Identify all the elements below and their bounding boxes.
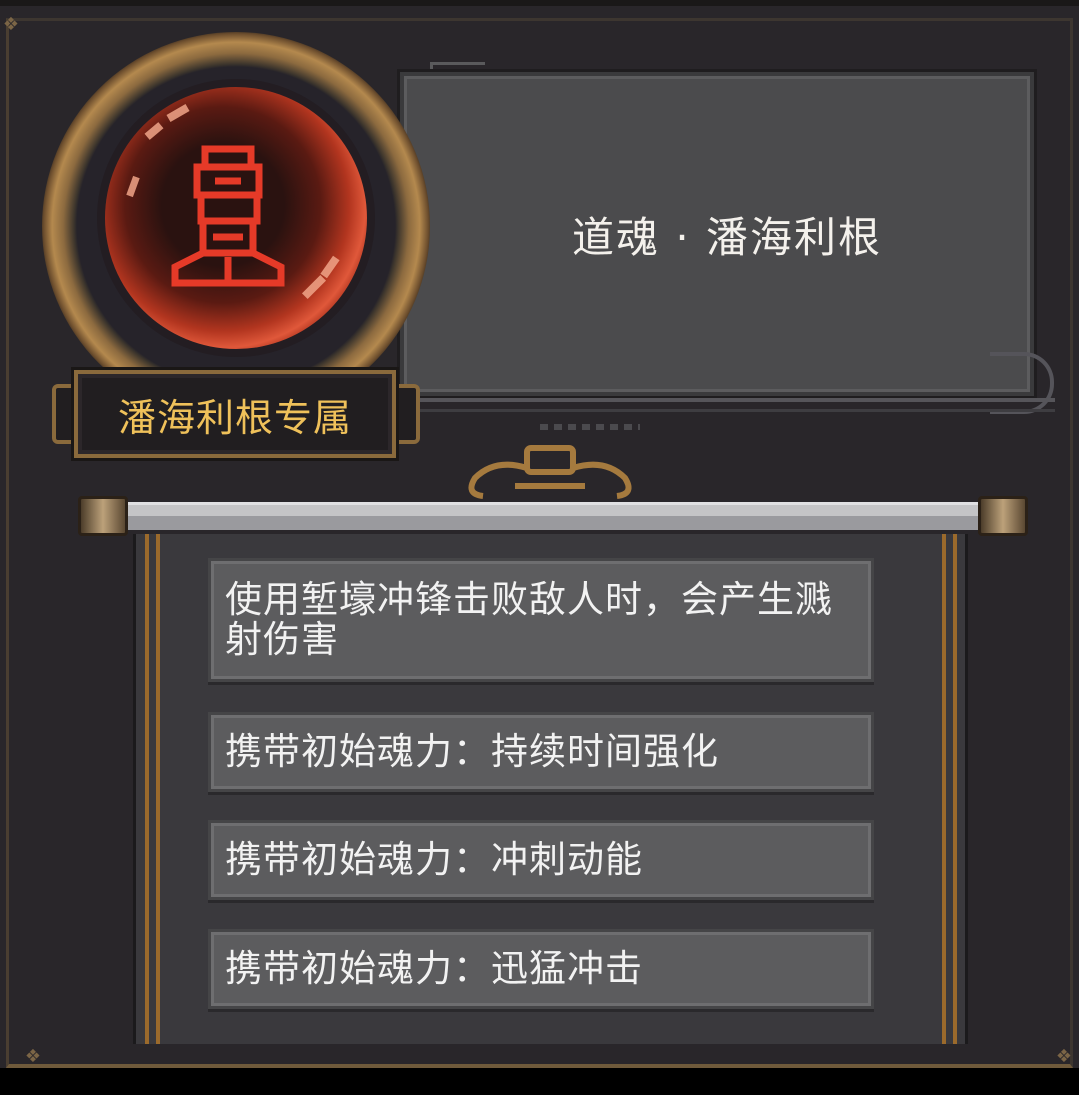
- scroll-stripe: [953, 534, 957, 1044]
- rod-end-right: [978, 496, 1028, 536]
- dash-divider: [540, 424, 640, 430]
- rod-end-left: [78, 496, 128, 536]
- effect-entry: 携带初始魂力：迅猛冲击: [208, 929, 874, 1009]
- scroll-stripe: [145, 534, 149, 1044]
- corner-ornament-icon: ❖: [2, 14, 20, 35]
- badge-label: 潘海利根专属: [117, 395, 352, 440]
- exclusive-badge: 潘海利根专属: [52, 366, 420, 462]
- soul-medallion: [105, 87, 367, 349]
- effect-entry: 携带初始魂力：持续时间强化: [208, 712, 874, 792]
- warrior-emblem-icon: [171, 145, 285, 287]
- effect-entry: 使用堑壕冲锋击败敌人时，会产生溅射伤害: [208, 558, 874, 682]
- scroll-stripe: [942, 534, 946, 1044]
- effect-entry: 携带初始魂力：冲刺动能: [208, 820, 874, 900]
- rod-bar: [128, 502, 978, 530]
- scroll-stripe: [156, 534, 160, 1044]
- corner-ornament-icon: ❖: [24, 1046, 42, 1067]
- item-title: 道魂 · 潘海利根: [571, 212, 883, 262]
- scroll-rod: [78, 496, 1028, 536]
- corner-ornament-icon: ❖: [1055, 1046, 1073, 1067]
- title-underline: [415, 398, 1055, 412]
